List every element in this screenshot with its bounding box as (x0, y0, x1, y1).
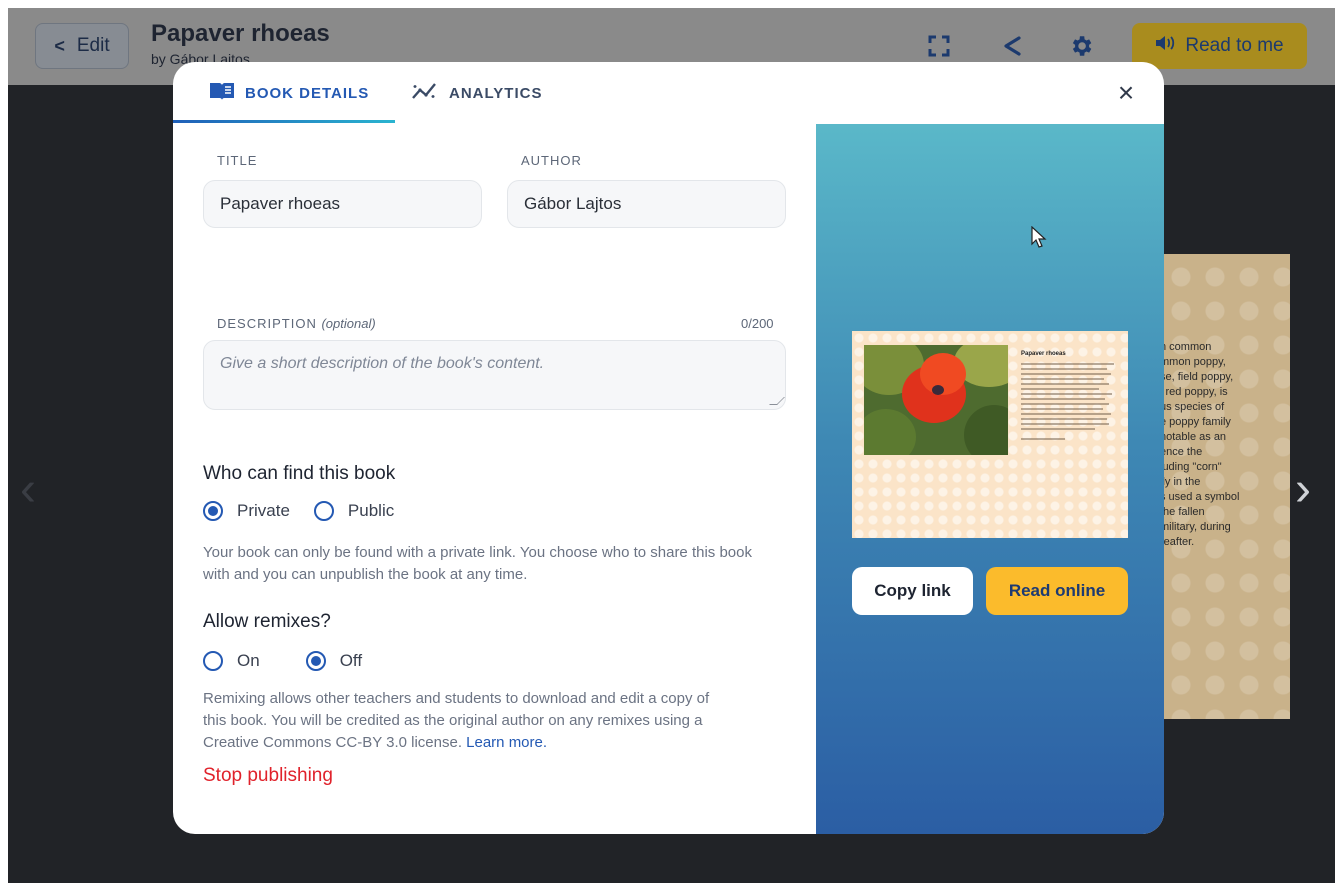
mouse-cursor-icon (1031, 226, 1047, 248)
share-icon[interactable] (998, 32, 1026, 60)
stop-publishing-link[interactable]: Stop publishing (203, 765, 333, 787)
visibility-help-text: Your book can only be found with a priva… (203, 544, 752, 583)
description-counter: 0/200 (741, 316, 774, 331)
publish-modal: BOOK DETAILS ANALYTICS × TITLE Papaver r… (173, 62, 1164, 834)
tab-book-details-label: BOOK DETAILS (245, 84, 370, 102)
book-title: Papaver rhoeas (151, 20, 330, 47)
tab-analytics-label: ANALYTICS (449, 84, 543, 102)
gear-icon[interactable] (1067, 32, 1095, 60)
title-input[interactable]: Papaver rhoeas (203, 180, 482, 228)
chevron-left-icon: < (54, 35, 65, 56)
background-page-text: h common mmon poppy, se, field poppy, l … (1160, 341, 1240, 548)
speaker-icon (1155, 34, 1177, 58)
radio-public-label[interactable]: Public (348, 501, 394, 521)
visibility-options: Private Public (203, 501, 394, 521)
modal-tabs: BOOK DETAILS ANALYTICS (173, 62, 816, 124)
book-thumbnail[interactable]: Papaver rhoeas (852, 331, 1128, 538)
radio-private-label[interactable]: Private (237, 501, 290, 521)
close-icon[interactable]: × (1113, 79, 1139, 107)
remix-options: On Off (203, 651, 362, 671)
book-open-icon (209, 81, 235, 105)
learn-more-link[interactable]: Learn more. (466, 734, 547, 751)
resize-handle[interactable] (769, 397, 785, 405)
mini-page-title: Papaver rhoeas (1021, 351, 1066, 357)
fullscreen-icon[interactable] (925, 32, 953, 60)
edit-label: Edit (76, 35, 110, 56)
mini-page-text: Papaver rhoeas (1021, 351, 1119, 443)
author-label: AUTHOR (521, 153, 582, 168)
radio-remix-on[interactable] (203, 651, 223, 671)
read-online-label: Read online (1008, 581, 1106, 600)
remix-heading: Allow remixes? (203, 611, 331, 632)
read-to-me-label: Read to me (1185, 35, 1284, 56)
radio-private[interactable] (203, 501, 223, 521)
description-label: DESCRIPTION (optional) (217, 316, 376, 331)
next-page-arrow-icon[interactable]: › (1295, 462, 1311, 517)
previous-page-arrow-icon[interactable]: ‹ (20, 462, 36, 517)
copy-link-button[interactable]: Copy link (852, 567, 973, 615)
description-optional: (optional) (321, 316, 376, 331)
edit-button[interactable]: < Edit (35, 23, 129, 69)
book-details-form: TITLE Papaver rhoeas AUTHOR Gábor Lajtos… (173, 124, 816, 834)
remix-help-text: Remixing allows other teachers and stude… (203, 690, 710, 751)
radio-remix-on-label[interactable]: On (237, 651, 260, 671)
radio-remix-off[interactable] (305, 651, 326, 671)
background-book-page: h common mmon poppy, se, field poppy, l … (1160, 254, 1290, 719)
radio-remix-off-label[interactable]: Off (340, 651, 362, 671)
visibility-heading: Who can find this book (203, 463, 396, 484)
author-input-value: Gábor Lajtos (524, 194, 622, 213)
copy-link-label: Copy link (874, 581, 951, 600)
tab-book-details[interactable]: BOOK DETAILS (209, 62, 369, 124)
window-edge-top (0, 0, 1335, 8)
analytics-icon (411, 81, 439, 105)
tab-analytics[interactable]: ANALYTICS (411, 62, 542, 124)
read-to-me-button[interactable]: Read to me (1132, 23, 1307, 69)
author-input[interactable]: Gábor Lajtos (507, 180, 786, 228)
window-edge-left (0, 0, 8, 883)
description-placeholder: Give a short description of the book's c… (220, 355, 545, 372)
radio-public[interactable] (313, 501, 334, 521)
preview-panel: Papaver rhoeas Copy link Read online (816, 124, 1164, 834)
read-online-button[interactable]: Read online (986, 567, 1128, 615)
active-tab-indicator (173, 120, 395, 123)
title-label: TITLE (217, 153, 258, 168)
poppy-photo (864, 345, 1008, 455)
title-input-value: Papaver rhoeas (220, 194, 341, 213)
description-textarea[interactable]: Give a short description of the book's c… (203, 340, 786, 410)
